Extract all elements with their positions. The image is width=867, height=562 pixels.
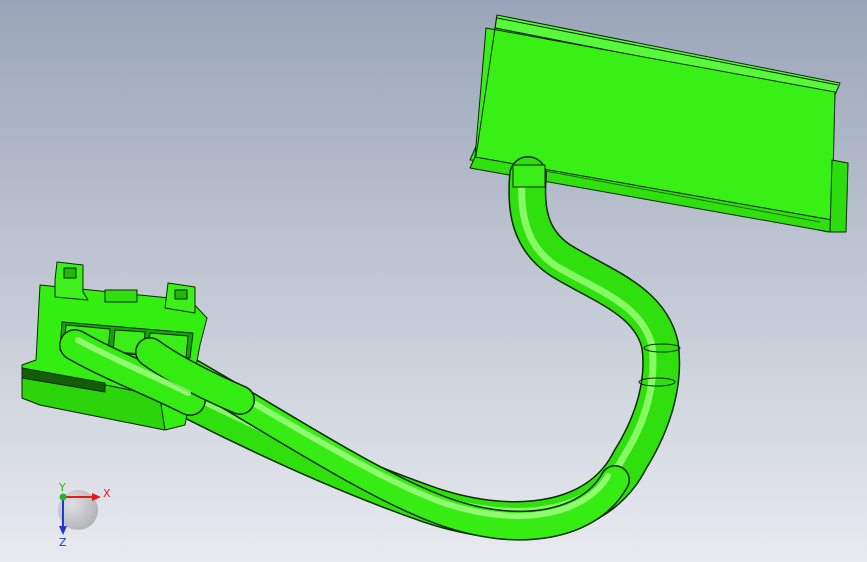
y-axis-dot	[59, 493, 67, 501]
plug-clip-right-slot	[174, 289, 188, 300]
plug-clip-left-slot	[63, 267, 77, 279]
plug-center-bump	[104, 289, 138, 303]
cable-box-stub	[512, 164, 546, 188]
x-axis-label: X	[103, 487, 111, 500]
y-axis-label: Y	[58, 481, 66, 494]
box-end-tab	[829, 159, 849, 233]
z-axis-label: Z	[59, 536, 67, 549]
3d-viewport[interactable]: X Z Y	[0, 0, 867, 562]
model-canvas[interactable]: X Z Y	[0, 0, 867, 562]
